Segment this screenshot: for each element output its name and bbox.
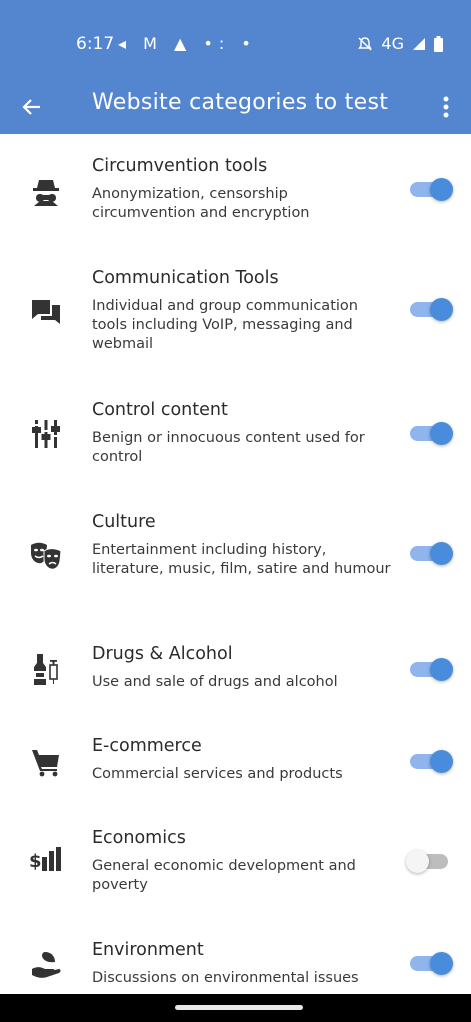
category-toggle[interactable] (406, 748, 454, 774)
category-description: Commercial services and products (92, 766, 343, 782)
category-title: Economics (92, 828, 186, 848)
category-title: Culture (92, 512, 156, 532)
category-description: Benign or innocuous content used for con… (92, 430, 365, 465)
spy-icon (28, 174, 64, 210)
more-vertical-icon (443, 96, 449, 118)
theater-masks-icon (28, 538, 64, 574)
category-item-control-content[interactable]: Control content Benign or innocuous cont… (0, 400, 471, 480)
category-description: Individual and group communication tools… (92, 298, 358, 352)
category-title: Communication Tools (92, 268, 279, 288)
category-description: Entertainment including history, literat… (92, 542, 391, 577)
network-type: 4G (381, 34, 404, 53)
category-item-communication-tools[interactable]: Communication Tools Individual and group… (0, 268, 471, 368)
category-item-economics[interactable]: $ Economics General economic development… (0, 828, 471, 908)
toggle-thumb (430, 750, 453, 773)
category-toggle[interactable] (406, 420, 454, 446)
category-description: Anonymization, censorship circumvention … (92, 186, 310, 221)
sliders-icon (28, 416, 64, 452)
category-item-culture[interactable]: Culture Entertainment including history,… (0, 512, 471, 612)
status-bar: 6:17 ◂ M ▲ •: • 4G (0, 0, 471, 80)
category-toggle[interactable] (406, 540, 454, 566)
dollar-chart-icon: $ (28, 842, 64, 878)
category-item-environment[interactable]: Environment Discussions on environmental… (0, 940, 471, 996)
category-title: Circumvention tools (92, 156, 268, 176)
bottle-syringe-icon (28, 652, 64, 688)
signal-icon (413, 37, 425, 50)
category-title: Control content (92, 400, 228, 420)
svg-text:$: $ (29, 851, 42, 872)
status-time: 6:17 (76, 34, 115, 54)
category-item-drugs-alcohol[interactable]: Drugs & Alcohol Use and sale of drugs an… (0, 644, 471, 714)
notification-icons: ◂ M ▲ •: • (118, 34, 257, 53)
page-title: Website categories to test (92, 90, 389, 115)
system-icons: 4G (357, 34, 443, 53)
category-title: Drugs & Alcohol (92, 644, 233, 664)
back-button[interactable] (22, 80, 62, 134)
toggle-thumb (430, 542, 453, 565)
category-toggle[interactable] (406, 176, 454, 202)
toggle-thumb (430, 422, 453, 445)
battery-icon (434, 35, 443, 52)
home-gesture-handle[interactable] (175, 1005, 303, 1010)
navigation-bar (0, 994, 471, 1022)
leaf-hand-icon (28, 946, 64, 982)
category-item-circumvention-tools[interactable]: Circumvention tools Anonymization, censo… (0, 156, 471, 246)
bell-off-icon (358, 36, 373, 50)
overflow-menu-button[interactable] (431, 80, 461, 134)
category-toggle[interactable] (406, 296, 454, 322)
toggle-thumb (430, 658, 453, 681)
category-item-e-commerce[interactable]: E-commerce Commercial services and produ… (0, 736, 471, 806)
toggle-thumb (430, 178, 453, 201)
toggle-thumb (430, 952, 453, 975)
category-toggle[interactable] (406, 848, 454, 874)
category-description: Discussions on environmental issues (92, 970, 359, 986)
category-toggle[interactable] (406, 656, 454, 682)
cart-icon (28, 744, 64, 780)
category-title: Environment (92, 940, 204, 960)
category-description: Use and sale of drugs and alcohol (92, 674, 338, 690)
category-description: General economic development and poverty (92, 858, 356, 893)
arrow-left-icon (22, 99, 40, 115)
chat-icon (28, 294, 64, 330)
category-title: E-commerce (92, 736, 202, 756)
app-bar: Website categories to test (0, 80, 471, 134)
category-toggle[interactable] (406, 950, 454, 976)
toggle-thumb (430, 298, 453, 321)
toggle-thumb (406, 850, 429, 873)
